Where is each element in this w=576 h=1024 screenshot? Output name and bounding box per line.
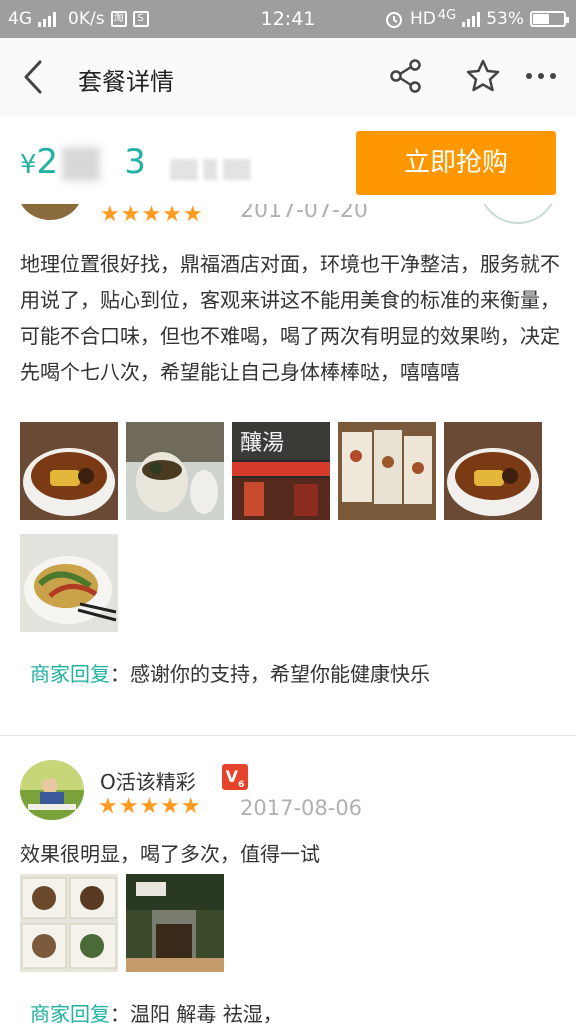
review1-photo-5[interactable] [444,422,542,520]
review1-merchant-reply: 商家回复：感谢你的支持，希望你能健康快乐 [30,658,430,687]
review2-photo-2[interactable] [126,874,224,972]
price: ¥2 3 [20,142,146,182]
review2-reply-label: 商家回复 [30,1002,110,1024]
review2-reply-separator: ： [110,1002,130,1024]
more-options-icon[interactable] [524,62,558,90]
vip-badge-letter: V [225,767,239,786]
network-type-2: 4G [437,7,457,23]
review1-text: 地理位置很好找，鼎福酒店对面，环境也干净整洁，服务就不用说了，贴心到位，客观来讲… [20,252,560,384]
original-price-blurred: ▒▒ ▒ ▒▒ [170,160,251,181]
review2-rating-stars: ★★★★★ [98,794,202,819]
vip-level: 6 [238,780,245,790]
signal-icon-2 [462,11,481,27]
page-title: 套餐详情 [78,68,174,96]
review2-merchant-reply: 商家回复：温阳 解毒 祛湿， [30,998,283,1024]
review1-photo-1[interactable] [20,422,118,520]
review1-photo-2[interactable] [126,422,224,520]
back-arrow-icon[interactable] [18,58,48,96]
alarm-icon [385,12,402,28]
review1-photo-3-sign: 釀湯 [240,431,284,456]
review1-photo-4[interactable] [338,422,436,520]
share-icon[interactable] [388,58,424,94]
review1-reply-text: 感谢你的支持，希望你能健康快乐 [130,662,430,686]
review2-avatar[interactable] [20,760,84,820]
price-blur [62,146,101,181]
battery-percent: 53% [486,9,524,29]
review2-reply-text: 温阳 解毒 祛湿， [130,1002,283,1024]
buy-now-button[interactable]: 立即抢购 [356,131,556,195]
vip-badge-icon: V6 [222,764,248,790]
favorite-star-icon[interactable] [464,58,502,94]
review1-reply-label: 商家回复 [30,662,110,686]
review1-stamp [478,204,558,224]
review1-photo-6[interactable] [20,534,118,632]
status-bar: 4G 0K/s 淘 S 12:41 HD 4G 53% [0,0,576,38]
purchase-bar: ¥2 3 ▒▒ ▒ ▒▒ 立即抢购 [0,116,576,204]
review1-date: 2017-07-20 [240,204,368,223]
price-tail: 3 [124,142,146,182]
review1-header: ★★★★★ 2017-07-20 [0,204,576,224]
review2-date: 2017-08-06 [240,796,363,820]
hd-indicator: HD [409,9,436,29]
review1-rating-stars: ★★★★★ [100,204,204,224]
review1-reply-separator: ： [110,662,130,686]
review-divider [0,735,576,736]
battery-icon [530,11,569,27]
currency-symbol: ¥ [20,150,37,180]
nav-bar: 套餐详情 [0,38,576,116]
price-partial: 2 [36,142,59,182]
review2-photo-1[interactable] [20,874,118,972]
review1-photo-3[interactable]: 釀湯 [232,422,330,520]
review2-username[interactable]: O活该精彩 [100,766,196,795]
review1-avatar [18,204,82,220]
review2-text: 效果很明显，喝了多次，值得一试 [20,842,320,866]
